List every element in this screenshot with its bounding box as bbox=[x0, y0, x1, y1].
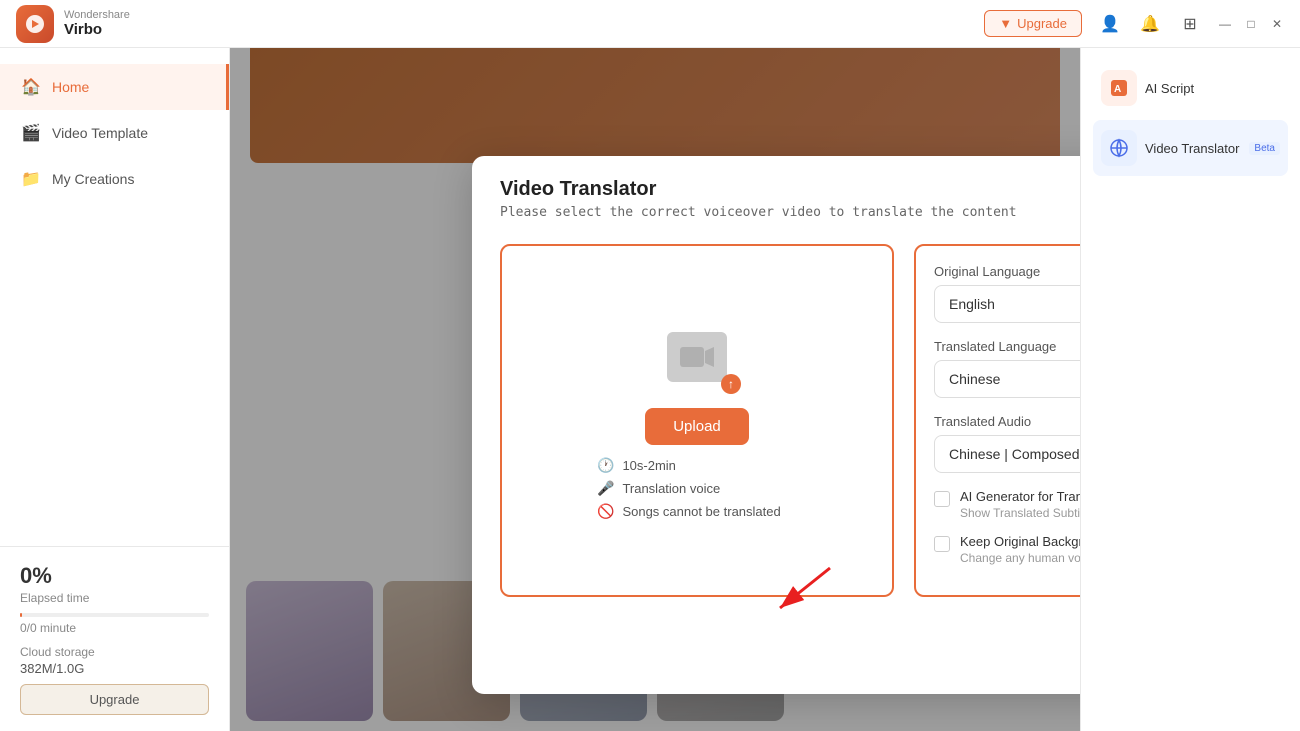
time-value: 0/0 minute bbox=[20, 621, 209, 635]
sidebar-label-video-template: Video Template bbox=[52, 125, 148, 141]
hint-voice: 🎤 Translation voice bbox=[597, 480, 797, 497]
brand-top: Wondershare bbox=[64, 9, 130, 21]
notification-icon[interactable]: 🔔 bbox=[1138, 12, 1162, 36]
ai-script-icon: A bbox=[1101, 70, 1137, 106]
title-bar-left: Wondershare Virbo bbox=[16, 5, 130, 43]
subtitle-checkbox-text: AI Generator for Translated Subtitles Sh… bbox=[960, 489, 1080, 520]
content-area: 🏠 Home 🎬 Video Template 📁 My Creations 0… bbox=[0, 48, 1300, 731]
upload-icon-container: ↑ bbox=[657, 322, 737, 392]
progress-bar-bg bbox=[20, 613, 209, 617]
hint-voice-text: Translation voice bbox=[622, 481, 720, 496]
user-icon[interactable]: 👤 bbox=[1098, 12, 1122, 36]
hint-duration-text: 10s-2min bbox=[622, 458, 675, 473]
dialog-body: ↑ Upload 🕐 10s-2min 🎤 Translation voice bbox=[472, 228, 1080, 621]
original-language-select[interactable]: English Chinese Spanish bbox=[934, 285, 1080, 323]
video-translator-dialog: Video Translator Please select the corre… bbox=[472, 156, 1080, 694]
upgrade-button[interactable]: ▼ Upgrade bbox=[984, 10, 1082, 37]
app-container: Wondershare Virbo ▼ Upgrade 👤 🔔 ⊞ — □ ✕ … bbox=[0, 0, 1300, 731]
sidebar-item-home[interactable]: 🏠 Home bbox=[0, 64, 229, 110]
app-name: Wondershare Virbo bbox=[64, 9, 130, 38]
bgm-checkbox-sub: Change any human voices but keep origina… bbox=[960, 551, 1080, 565]
video-translator-label: Video Translator bbox=[1145, 141, 1239, 156]
hint-no-songs-text: Songs cannot be translated bbox=[622, 504, 780, 519]
bgm-checkbox-row: Keep Original Background Music Change an… bbox=[934, 534, 1080, 565]
right-panel-video-translator[interactable]: Video Translator Beta bbox=[1093, 120, 1288, 176]
title-bar: Wondershare Virbo ▼ Upgrade 👤 🔔 ⊞ — □ ✕ bbox=[0, 0, 1300, 48]
window-controls: — □ ✕ bbox=[1218, 17, 1284, 31]
storage-value: 382M/1.0G bbox=[20, 661, 209, 676]
no-songs-icon: 🚫 bbox=[597, 503, 614, 520]
translated-language-label: Translated Language bbox=[934, 339, 1080, 354]
upload-arrow-icon: ↑ bbox=[721, 374, 741, 394]
original-language-label: Original Language bbox=[934, 264, 1080, 279]
grid-icon[interactable]: ⊞ bbox=[1178, 12, 1202, 36]
hint-duration: 🕐 10s-2min bbox=[597, 457, 797, 474]
progress-bar-fill bbox=[20, 613, 22, 617]
bgm-checkbox[interactable] bbox=[934, 536, 950, 552]
storage-label: Cloud storage bbox=[20, 645, 209, 659]
subtitle-checkbox-main: AI Generator for Translated Subtitles bbox=[960, 489, 1080, 504]
stats-panel: 0% Elapsed time 0/0 minute Cloud storage… bbox=[0, 546, 230, 731]
maximize-button[interactable]: □ bbox=[1244, 17, 1258, 31]
translated-audio-select-wrapper: Chinese | Composed | Introduction ▼ bbox=[934, 435, 1080, 473]
translated-audio-label: Translated Audio bbox=[934, 414, 1080, 429]
upload-area: ↑ Upload 🕐 10s-2min 🎤 Translation voice bbox=[500, 244, 894, 597]
brand-bottom: Virbo bbox=[64, 21, 130, 38]
sidebar-item-my-creations[interactable]: 📁 My Creations bbox=[0, 156, 229, 202]
upload-hints: 🕐 10s-2min 🎤 Translation voice 🚫 Songs c… bbox=[597, 457, 797, 520]
video-camera-icon bbox=[667, 332, 727, 382]
main-area: 📷 🖼️ s-Designer Video Translator Please … bbox=[230, 48, 1080, 731]
dialog-title: Video Translator bbox=[500, 178, 1080, 201]
progress-value: 0% bbox=[20, 563, 209, 589]
subtitle-checkbox-sub: Show Translated Subtitles bbox=[960, 506, 1080, 520]
subtitle-checkbox-row: AI Generator for Translated Subtitles Sh… bbox=[934, 489, 1080, 520]
upload-button[interactable]: Upload bbox=[645, 408, 749, 445]
hint-no-songs: 🚫 Songs cannot be translated bbox=[597, 503, 797, 520]
beta-badge: Beta bbox=[1249, 142, 1280, 155]
original-language-select-wrapper: English Chinese Spanish ▼ bbox=[934, 285, 1080, 323]
dialog-subtitle: Please select the correct voiceover vide… bbox=[500, 205, 1080, 220]
close-button[interactable]: ✕ bbox=[1270, 17, 1284, 31]
clock-icon: 🕐 bbox=[597, 457, 614, 474]
settings-area: Original Language English Chinese Spanis… bbox=[914, 244, 1080, 597]
ai-script-label: AI Script bbox=[1145, 81, 1194, 96]
sidebar-label-home: Home bbox=[52, 79, 89, 95]
title-bar-right: ▼ Upgrade 👤 🔔 ⊞ — □ ✕ bbox=[984, 10, 1284, 37]
minimize-button[interactable]: — bbox=[1218, 17, 1232, 31]
storage-upgrade-button[interactable]: Upgrade bbox=[20, 684, 209, 715]
home-icon: 🏠 bbox=[20, 76, 42, 98]
svg-text:A: A bbox=[1114, 84, 1121, 95]
bgm-checkbox-main: Keep Original Background Music bbox=[960, 534, 1080, 549]
my-creations-icon: 📁 bbox=[20, 168, 42, 190]
right-panel: A AI Script Video Translator Beta bbox=[1080, 48, 1300, 731]
sidebar: 🏠 Home 🎬 Video Template 📁 My Creations 0… bbox=[0, 48, 230, 731]
sidebar-item-video-template[interactable]: 🎬 Video Template bbox=[0, 110, 229, 156]
app-logo bbox=[16, 5, 54, 43]
right-panel-ai-script[interactable]: A AI Script bbox=[1093, 60, 1288, 116]
elapsed-label: Elapsed time bbox=[20, 591, 209, 605]
mic-icon: 🎤 bbox=[597, 480, 614, 497]
dialog-footer: Translate bbox=[472, 621, 1080, 694]
sidebar-label-my-creations: My Creations bbox=[52, 171, 134, 187]
subtitle-checkbox[interactable] bbox=[934, 491, 950, 507]
dialog-header: Video Translator Please select the corre… bbox=[472, 156, 1080, 228]
translated-language-select[interactable]: Chinese English Spanish bbox=[934, 360, 1080, 398]
bgm-checkbox-text: Keep Original Background Music Change an… bbox=[960, 534, 1080, 565]
translated-audio-select[interactable]: Chinese | Composed | Introduction bbox=[934, 435, 1080, 473]
translated-language-select-wrapper: Chinese English Spanish ▼ bbox=[934, 360, 1080, 398]
video-translator-icon bbox=[1101, 130, 1137, 166]
video-template-icon: 🎬 bbox=[20, 122, 42, 144]
